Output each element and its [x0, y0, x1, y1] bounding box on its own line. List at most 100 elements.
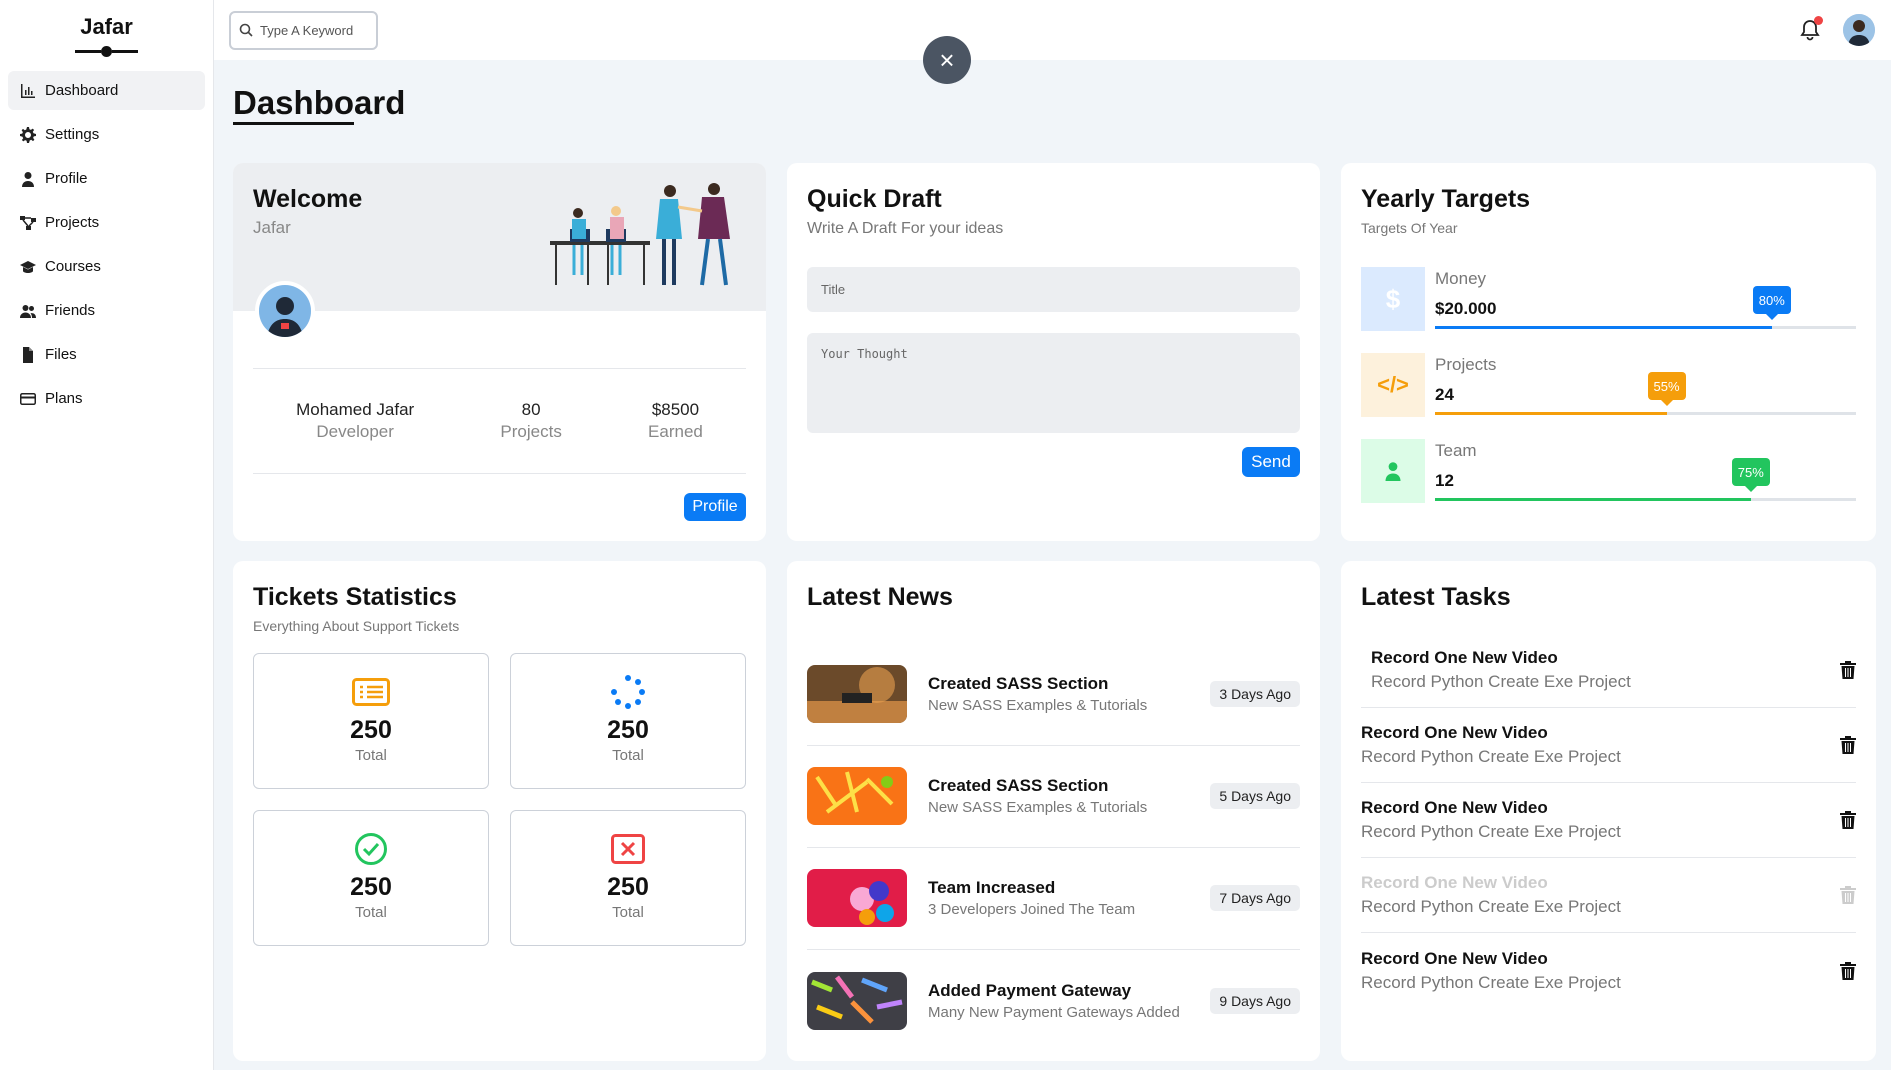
trash-icon[interactable]: [1840, 961, 1856, 980]
ticket-stat: 250 Total: [510, 810, 746, 946]
tickets-subtitle: Everything About Support Tickets: [253, 618, 460, 634]
sidebar-item-label: Projects: [45, 214, 100, 231]
diagram-icon: [20, 215, 36, 230]
yearly-targets-card: Yearly Targets Targets Of Year $ Money $…: [1341, 163, 1876, 541]
sidebar-item-settings[interactable]: Settings: [8, 115, 205, 154]
task-title: Record One New Video: [1371, 648, 1558, 667]
send-button[interactable]: Send: [1242, 447, 1300, 477]
target-label: Money: [1435, 269, 1487, 288]
sidebar-item-files[interactable]: Files: [8, 335, 205, 374]
task-item[interactable]: Record One New Video Record Python Create…: [1361, 633, 1856, 708]
sidebar-item-projects[interactable]: Projects: [8, 203, 205, 242]
gear-icon: [20, 126, 36, 143]
sidebar-item-courses[interactable]: Courses: [8, 247, 205, 286]
target-percent-badge: 55%: [1647, 372, 1686, 406]
target-team: Team 12 75%: [1361, 439, 1856, 503]
ticket-value: 250: [350, 716, 392, 744]
search-input[interactable]: Type A Keyword: [229, 10, 378, 50]
targets-title: Yearly Targets: [1361, 185, 1531, 213]
stat-label: Projects: [500, 422, 562, 441]
avatar-image: [1843, 14, 1875, 46]
sidebar-item-label: Friends: [45, 302, 96, 319]
trash-icon[interactable]: [1840, 661, 1856, 679]
x-square-icon: [611, 834, 645, 864]
news-item-subtitle: New SASS Examples & Tutorials: [928, 799, 1148, 816]
task-title: Record One New Video: [1361, 948, 1548, 968]
ticket-stat: 250 Total: [253, 810, 489, 946]
news-item-subtitle: Many New Payment Gateways Added: [928, 1003, 1180, 1021]
welcome-illustration: [550, 183, 730, 286]
task-title: Record One New Video: [1361, 873, 1548, 892]
sidebar-item-label: Courses: [45, 258, 101, 275]
news-item[interactable]: Created SASS Section New SASS Examples & …: [807, 745, 1300, 848]
graduation-cap-icon: [20, 260, 36, 273]
close-button[interactable]: ×: [923, 36, 971, 84]
spinner-icon: [611, 675, 645, 709]
task-item-done[interactable]: Record One New Video Record Python Create…: [1361, 858, 1856, 933]
target-progress: 75%: [1435, 458, 1856, 501]
welcome-avatar: [255, 281, 315, 341]
task-item[interactable]: Record One New Video Record Python Create…: [1361, 708, 1856, 783]
target-label: Team: [1435, 441, 1477, 460]
target-progress: 55%: [1435, 372, 1856, 415]
welcome-header: Welcome Jafar: [233, 163, 766, 311]
trash-icon[interactable]: [1840, 811, 1856, 829]
list-icon: [352, 678, 390, 706]
ticket-value: 250: [607, 873, 649, 901]
sidebar-item-profile[interactable]: Profile: [8, 159, 205, 198]
sidebar-item-dashboard[interactable]: Dashboard: [8, 71, 205, 110]
target-value: 24: [1435, 385, 1454, 404]
ticket-value: 250: [607, 716, 649, 744]
logo-decoration: [8, 46, 205, 57]
stat-value: $8500: [651, 400, 700, 419]
quick-draft-card: Quick Draft Write A Draft For your ideas…: [787, 163, 1320, 541]
sidebar-item-friends[interactable]: Friends: [8, 291, 205, 330]
target-progress-fill: [1435, 326, 1772, 329]
task-subtitle: Record Python Create Exe Project: [1361, 747, 1621, 766]
user-avatar[interactable]: [1843, 14, 1875, 46]
search-icon: [239, 23, 253, 37]
draft-title: Quick Draft: [807, 185, 942, 213]
target-money: $ Money $20.000 80%: [1361, 267, 1856, 331]
trash-icon[interactable]: [1840, 736, 1856, 754]
draft-title-placeholder: Title: [821, 282, 846, 297]
welcome-stats: Mohamed Jafar Developer 80 Projects $850…: [253, 368, 746, 474]
news-date: 3 Days Ago: [1210, 681, 1300, 707]
trash-icon[interactable]: [1840, 886, 1856, 904]
sidebar-item-label: Dashboard: [45, 82, 119, 99]
news-image: [807, 665, 907, 723]
user-icon: [1361, 439, 1425, 503]
news-item[interactable]: Team Increased 3 Developers Joined The Te…: [807, 847, 1300, 950]
draft-body-textarea[interactable]: Your Thought: [807, 333, 1300, 433]
logo: Jafar: [80, 14, 133, 39]
task-item[interactable]: Record One New Video Record Python Create…: [1361, 933, 1856, 1008]
task-subtitle: Record Python Create Exe Project: [1361, 897, 1621, 916]
target-percent-badge: 80%: [1752, 286, 1791, 320]
sidebar-item-plans[interactable]: Plans: [8, 379, 205, 418]
target-value: 12: [1435, 471, 1454, 490]
stat-value: 80: [521, 400, 541, 419]
tickets-card: Tickets Statistics Everything About Supp…: [233, 561, 766, 1061]
ticket-stat: 250 Total: [253, 653, 489, 789]
profile-button[interactable]: Profile: [684, 493, 746, 521]
ticket-value: 250: [350, 873, 392, 901]
news-item[interactable]: Created SASS Section New SASS Examples & …: [807, 643, 1300, 746]
ticket-label: Total: [355, 747, 387, 764]
code-icon: </>: [1361, 353, 1425, 417]
news-image: [807, 869, 907, 927]
avatar-image: [259, 285, 311, 337]
task-item[interactable]: Record One New Video Record Python Create…: [1361, 783, 1856, 858]
sidebar: Jafar Dashboard Settings Profile Project…: [0, 0, 214, 1070]
welcome-card: Welcome Jafar Mohamed Jafar Developer 80…: [233, 163, 766, 541]
target-label: Projects: [1435, 355, 1497, 374]
task-subtitle: Record Python Create Exe Project: [1361, 972, 1621, 992]
dollar-icon: $: [1361, 267, 1425, 331]
news-item-title: Created SASS Section: [928, 776, 1109, 795]
page-title: Dashboard: [233, 84, 406, 121]
topbar: Type A Keyword: [214, 0, 1891, 60]
draft-title-input[interactable]: Title: [807, 267, 1300, 312]
news-item[interactable]: Added Payment Gateway Many New Payment Ga…: [807, 949, 1300, 1052]
file-icon: [23, 346, 33, 363]
notifications-button[interactable]: [1799, 16, 1823, 41]
users-icon: [20, 304, 36, 318]
